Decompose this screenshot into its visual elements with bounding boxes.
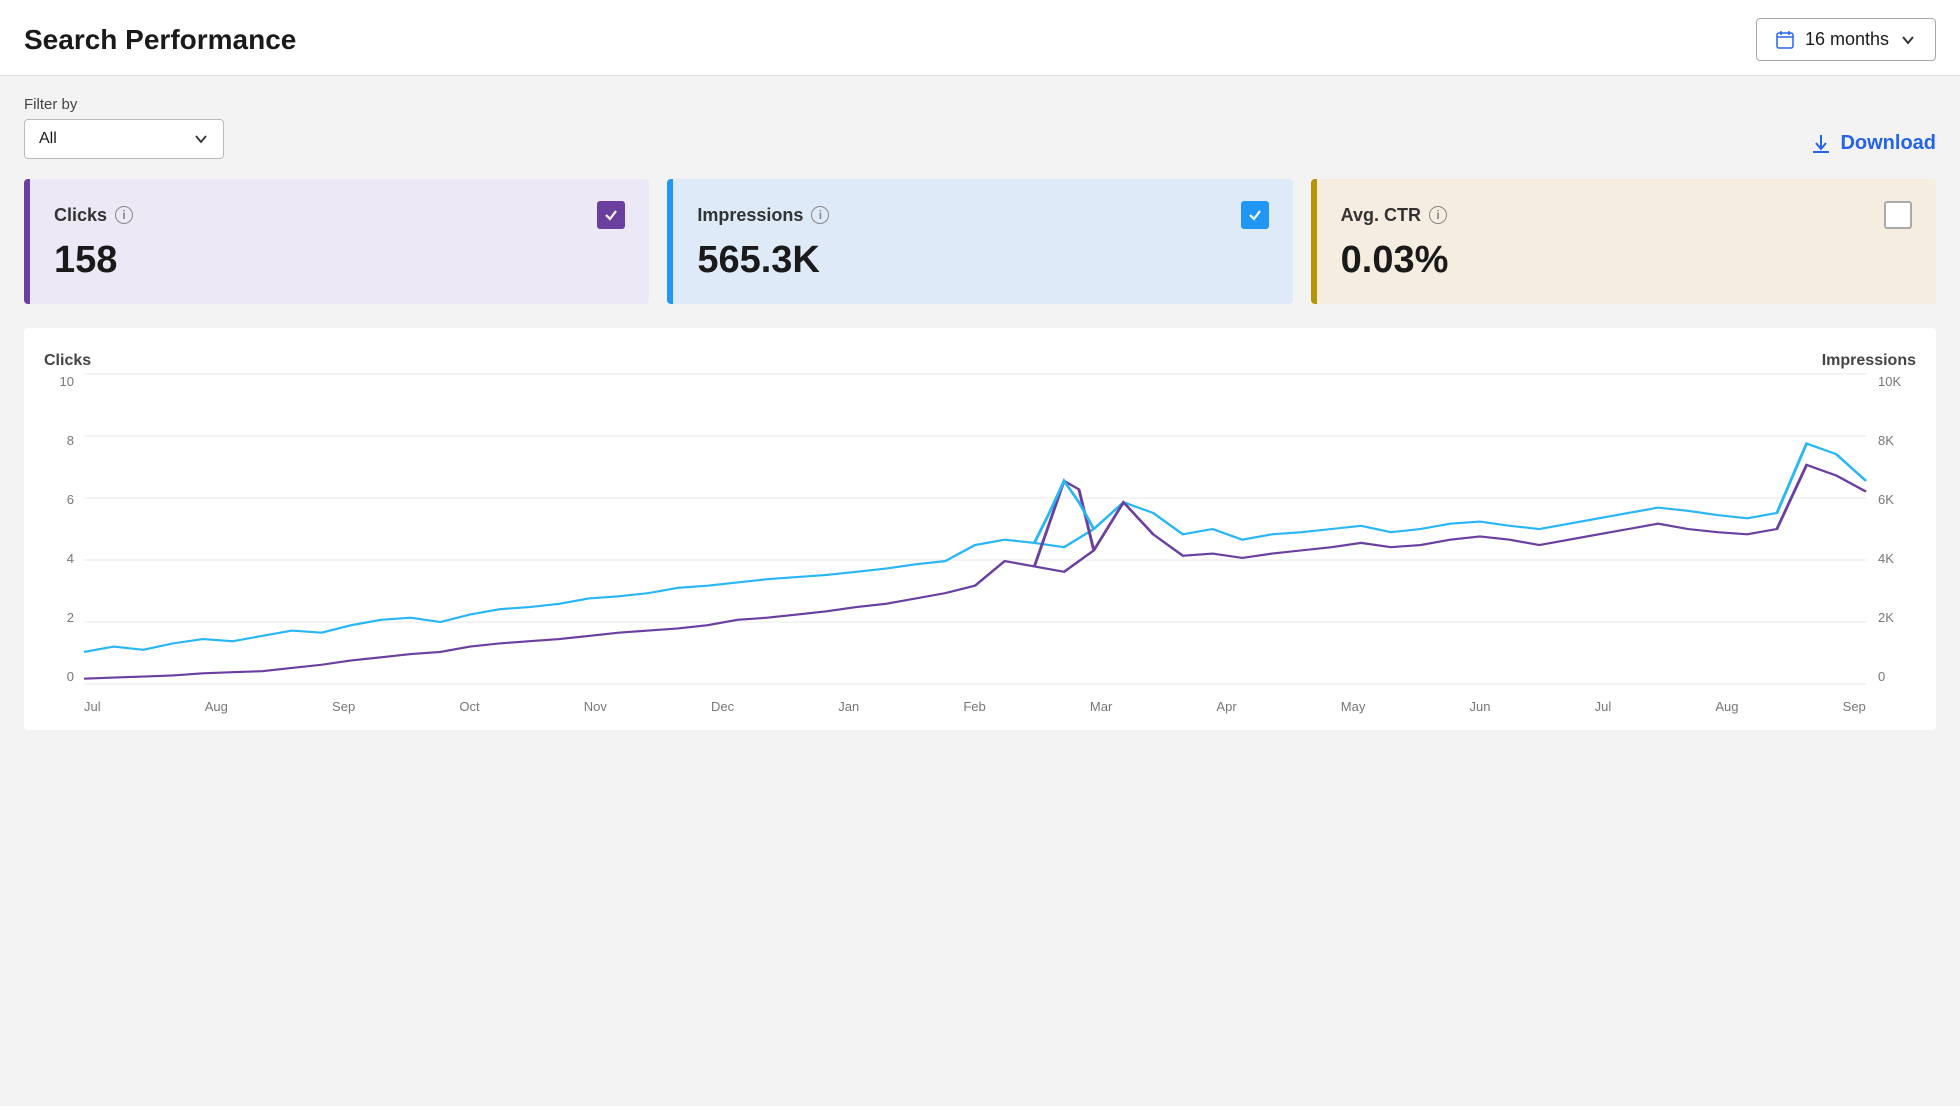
chart-left-label: Clicks — [44, 352, 91, 370]
ctr-info-icon[interactable]: i — [1429, 206, 1447, 224]
x-label-jun: Jun — [1470, 699, 1491, 714]
chart-right-label: Impressions — [1822, 352, 1916, 370]
ctr-label: Avg. CTR i — [1341, 205, 1447, 226]
impressions-value: 565.3K — [697, 239, 1268, 282]
y-axis-left: 10 8 6 4 2 0 — [44, 374, 80, 684]
download-label: Download — [1840, 132, 1936, 155]
chart-wrapper: 10 8 6 4 2 0 10K 8K 6K 4K 2K 0 — [44, 374, 1916, 714]
date-filter-button[interactable]: 16 months — [1756, 18, 1936, 61]
calendar-icon — [1775, 30, 1795, 50]
x-label-nov: Nov — [584, 699, 607, 714]
download-button[interactable]: Download — [1810, 128, 1936, 159]
x-label-oct: Oct — [459, 699, 479, 714]
clicks-value: 158 — [54, 239, 625, 282]
x-label-apr: Apr — [1216, 699, 1236, 714]
download-icon — [1810, 133, 1832, 155]
x-label-jul1: Jul — [84, 699, 101, 714]
ctr-checkbox[interactable] — [1884, 201, 1912, 229]
x-label-jul2: Jul — [1595, 699, 1612, 714]
impressions-checkbox[interactable] — [1241, 201, 1269, 229]
chart-inner — [84, 374, 1866, 684]
filter-label: Filter by — [24, 96, 224, 113]
x-axis: Jul Aug Sep Oct Nov Dec Jan Feb Mar Apr … — [84, 686, 1866, 714]
x-label-feb: Feb — [963, 699, 985, 714]
chart-svg — [84, 374, 1866, 684]
chart-area: Clicks Impressions 10 8 6 4 2 0 10K 8K 6… — [24, 328, 1936, 730]
clicks-checkbox[interactable] — [597, 201, 625, 229]
clicks-card: Clicks i 158 — [24, 179, 649, 304]
clicks-label: Clicks i — [54, 205, 133, 226]
x-label-dec: Dec — [711, 699, 734, 714]
x-label-jan: Jan — [838, 699, 859, 714]
impressions-label: Impressions i — [697, 205, 829, 226]
x-label-mar: Mar — [1090, 699, 1112, 714]
filter-select[interactable]: All — [24, 119, 224, 159]
metrics-row: Clicks i 158 Impressions i — [24, 179, 1936, 304]
x-label-aug1: Aug — [205, 699, 228, 714]
filter-selected-value: All — [39, 130, 57, 148]
y-axis-right: 10K 8K 6K 4K 2K 0 — [1872, 374, 1916, 684]
x-label-may: May — [1341, 699, 1366, 714]
x-label-sep1: Sep — [332, 699, 355, 714]
ctr-card: Avg. CTR i 0.03% — [1311, 179, 1936, 304]
impressions-info-icon[interactable]: i — [811, 206, 829, 224]
ctr-value: 0.03% — [1341, 239, 1912, 282]
page-title: Search Performance — [24, 24, 296, 56]
filter-chevron-icon — [193, 131, 209, 147]
x-label-aug2: Aug — [1715, 699, 1738, 714]
date-filter-label: 16 months — [1805, 29, 1889, 50]
chevron-down-icon — [1899, 31, 1917, 49]
impressions-card: Impressions i 565.3K — [667, 179, 1292, 304]
clicks-info-icon[interactable]: i — [115, 206, 133, 224]
x-label-sep2: Sep — [1843, 699, 1866, 714]
